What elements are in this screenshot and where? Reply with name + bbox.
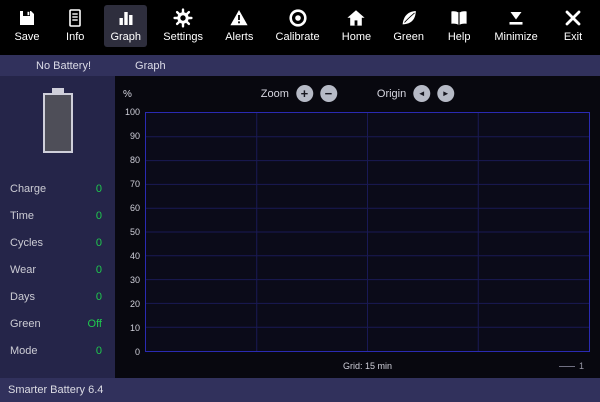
- toolbar-item-info[interactable]: Info: [56, 5, 94, 47]
- zoom-label: Zoom: [261, 88, 289, 100]
- y-tick: 90: [130, 132, 140, 141]
- origin-left-button[interactable]: ◄: [413, 85, 430, 102]
- y-tick: 40: [130, 252, 140, 261]
- stat-row-cycles: Cycles 0: [0, 229, 115, 256]
- scale-value: 1: [579, 361, 584, 371]
- toolbar-item-label: Settings: [163, 31, 203, 43]
- minimize-icon: [506, 8, 526, 28]
- chart-gridlines: [146, 113, 589, 351]
- stat-label: Mode: [10, 345, 38, 357]
- stat-value: 0: [96, 264, 102, 276]
- save-icon: [17, 8, 37, 28]
- toolbar-item-calibrate[interactable]: Calibrate: [270, 5, 326, 47]
- calibrate-icon: [288, 8, 308, 28]
- graph-panel: % Zoom + − Origin ◄ ► 100 90 80 70 60 50…: [115, 76, 600, 378]
- current-view-label: Graph: [135, 60, 166, 72]
- toolbar-item-label: Alerts: [225, 31, 253, 43]
- toolbar-item-label: Help: [448, 31, 471, 43]
- y-tick: 80: [130, 156, 140, 165]
- toolbar-item-label: Calibrate: [276, 31, 320, 43]
- battery-body: [43, 93, 73, 153]
- toolbar: Save Info Graph Settings Alerts: [0, 0, 600, 55]
- stat-row-time: Time 0: [0, 202, 115, 229]
- zoom-out-button[interactable]: −: [320, 85, 337, 102]
- leaf-icon: [399, 8, 419, 28]
- stat-row-green: Green Off: [0, 310, 115, 337]
- y-axis-unit-label: %: [123, 89, 132, 100]
- toolbar-item-home[interactable]: Home: [336, 5, 377, 47]
- app-window: Save Info Graph Settings Alerts: [0, 0, 600, 402]
- stat-label: Wear: [10, 264, 36, 276]
- origin-right-button[interactable]: ►: [437, 85, 454, 102]
- exit-icon: [563, 8, 583, 28]
- stat-label: Cycles: [10, 237, 43, 249]
- stat-row-charge: Charge 0: [0, 175, 115, 202]
- app-version-text: Smarter Battery 6.4: [8, 384, 103, 396]
- y-tick: 20: [130, 300, 140, 309]
- y-axis-ticks: 100 90 80 70 60 50 40 30 20 10 0: [115, 108, 145, 357]
- home-icon: [346, 8, 366, 28]
- info-icon: [65, 8, 85, 28]
- y-tick: 10: [130, 324, 140, 333]
- origin-label: Origin: [377, 88, 406, 100]
- battery-stats-list: Charge 0 Time 0 Cycles 0 Wear 0 Days 0 G…: [0, 175, 115, 364]
- stat-label: Green: [10, 318, 41, 330]
- stat-value: 0: [96, 291, 102, 303]
- stat-label: Time: [10, 210, 34, 222]
- chart-area: 100 90 80 70 60 50 40 30 20 10 0: [115, 112, 600, 357]
- grid-interval-label: Grid: 15 min: [145, 361, 590, 371]
- chart-controls: % Zoom + − Origin ◄ ►: [115, 76, 600, 112]
- stat-value: 0: [96, 345, 102, 357]
- stat-value: Off: [88, 318, 102, 330]
- chart-plot-area[interactable]: [145, 112, 590, 352]
- info-bar: No Battery! Graph: [0, 55, 600, 76]
- toolbar-item-minimize[interactable]: Minimize: [488, 5, 543, 47]
- y-tick: 30: [130, 276, 140, 285]
- toolbar-item-alerts[interactable]: Alerts: [219, 5, 259, 47]
- toolbar-item-label: Home: [342, 31, 371, 43]
- graph-icon: [116, 8, 136, 28]
- toolbar-item-label: Save: [14, 31, 39, 43]
- toolbar-item-settings[interactable]: Settings: [157, 5, 209, 47]
- toolbar-item-green[interactable]: Green: [387, 5, 430, 47]
- toolbar-item-label: Info: [66, 31, 84, 43]
- help-book-icon: [449, 8, 469, 28]
- stat-value: 0: [96, 210, 102, 222]
- stat-value: 0: [96, 183, 102, 195]
- stat-row-mode: Mode 0: [0, 337, 115, 364]
- status-bar: Smarter Battery 6.4: [0, 378, 600, 402]
- zoom-in-button[interactable]: +: [296, 85, 313, 102]
- toolbar-item-graph[interactable]: Graph: [104, 5, 147, 47]
- scale-dash-icon: [559, 366, 575, 367]
- stat-label: Days: [10, 291, 35, 303]
- battery-status-text: No Battery!: [36, 60, 91, 72]
- battery-icon: [0, 88, 115, 153]
- toolbar-item-label: Minimize: [494, 31, 537, 43]
- toolbar-item-label: Graph: [110, 31, 141, 43]
- y-tick: 0: [135, 348, 140, 357]
- stat-row-days: Days 0: [0, 283, 115, 310]
- toolbar-item-label: Green: [393, 31, 424, 43]
- stat-value: 0: [96, 237, 102, 249]
- toolbar-item-label: Exit: [564, 31, 582, 43]
- stat-row-wear: Wear 0: [0, 256, 115, 283]
- toolbar-item-exit[interactable]: Exit: [554, 5, 592, 47]
- alerts-icon: [229, 8, 249, 28]
- chart-footer: Grid: 15 min 1: [115, 357, 600, 375]
- y-tick: 60: [130, 204, 140, 213]
- toolbar-item-save[interactable]: Save: [8, 5, 46, 47]
- chart-scale-indicator: 1: [559, 361, 584, 371]
- sidebar: Charge 0 Time 0 Cycles 0 Wear 0 Days 0 G…: [0, 76, 115, 378]
- y-tick: 70: [130, 180, 140, 189]
- settings-icon: [173, 8, 193, 28]
- y-tick: 50: [130, 228, 140, 237]
- stat-label: Charge: [10, 183, 46, 195]
- zoom-origin-controls: Zoom + − Origin ◄ ►: [261, 85, 454, 102]
- toolbar-item-help[interactable]: Help: [440, 5, 478, 47]
